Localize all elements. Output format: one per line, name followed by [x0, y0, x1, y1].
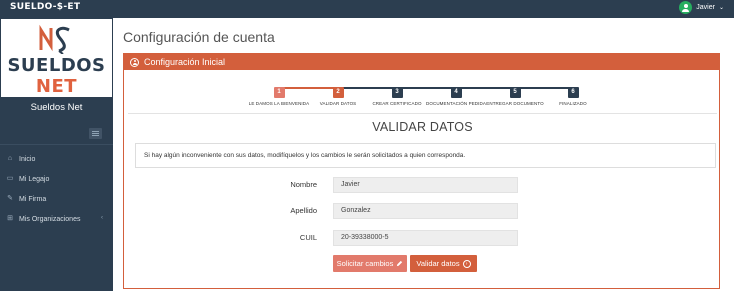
hamburger-line [92, 133, 99, 134]
card-header: Configuración Inicial [124, 54, 719, 70]
user-circle-icon [130, 57, 139, 67]
main-content: Configuración de cuenta Configuración In… [113, 18, 734, 291]
step-number: 6 [567, 87, 579, 98]
step-number: 5 [509, 87, 521, 98]
section-title: VALIDAR DATOS [372, 120, 473, 134]
sidebar-menu: ⌂ Inicio ▭ Mi Legajo ✎ Mi Firma ⊞ Mis Or… [0, 149, 113, 229]
cuil-label: CUIL [299, 233, 317, 242]
sidebar-item-inicio[interactable]: ⌂ Inicio [0, 149, 113, 169]
logo[interactable]: SUELDOS NET [1, 19, 112, 97]
hamburger-line [92, 135, 99, 136]
wizard-steps: 1 LE DAMOS LA BIENVENIDA 2 VALIDAR DATOS… [124, 80, 721, 110]
sidebar: SUELDOS NET Sueldos Net ⌂ Inicio ▭ Mi Le… [0, 18, 113, 291]
validate-data-label: Validar datos [416, 259, 460, 268]
card-header-title: Configuración Inicial [144, 57, 226, 67]
logo-wordmark: SUELDOS NET [1, 55, 112, 97]
chevron-left-icon: ‹ [101, 215, 103, 221]
nombre-label: Nombre [290, 180, 317, 189]
setup-card: Configuración Inicial 1 LE DAMOS LA BIEN… [123, 53, 720, 289]
arrow-circle-right-icon: › [462, 259, 471, 268]
apellido-field[interactable]: Gonzalez [333, 203, 518, 219]
chevron-down-icon: ⌄ [718, 5, 724, 11]
hamburger-line [92, 131, 99, 132]
menu-toggle-icon[interactable] [89, 128, 102, 139]
cuil-field[interactable]: 20-39338000-5 [333, 230, 518, 246]
step-number: 1 [273, 87, 285, 98]
request-changes-button[interactable]: Solicitar cambios [333, 255, 407, 272]
nombre-field[interactable]: Javier [333, 177, 518, 193]
sidebar-item-label: Inicio [19, 155, 36, 163]
info-text: Si hay algún inconveniente con sus datos… [144, 152, 466, 159]
sidebar-item-mis-organizaciones[interactable]: ⊞ Mis Organizaciones ‹ [0, 209, 113, 229]
user-avatar-icon [679, 1, 693, 14]
request-changes-label: Solicitar cambios [336, 259, 394, 268]
pencil-icon [397, 260, 403, 267]
validate-data-button[interactable]: Validar datos › [410, 255, 477, 272]
sidebar-item-label: Mi Legajo [19, 175, 50, 183]
sidebar-item-mi-firma[interactable]: ✎ Mi Firma [0, 189, 113, 209]
wizard-step-6: 6 FINALIZADO [523, 80, 623, 106]
brand-logo-text[interactable]: SUELDO-$-ET [10, 2, 80, 12]
step-number: 4 [450, 87, 462, 98]
site-name: Sueldos Net [30, 102, 83, 113]
page-title: Configuración de cuenta [123, 29, 275, 45]
form-row-nombre: Nombre Javier [124, 177, 721, 193]
sueldos-net-mark-icon [39, 24, 70, 54]
sidebar-divider [0, 144, 113, 145]
form-row-apellido: Apellido Gonzalez [124, 203, 721, 219]
logo-text-left: SUELDOS [7, 55, 106, 76]
top-navbar: SUELDO-$-ET Javier ⌄ [0, 0, 734, 18]
sidebar-item-mi-legajo[interactable]: ▭ Mi Legajo [0, 169, 113, 189]
step-number: 3 [391, 87, 403, 98]
user-name: Javier [696, 4, 715, 11]
organization-icon: ⊞ [7, 215, 13, 222]
home-icon: ⌂ [7, 155, 13, 162]
info-alert: Si hay algún inconveniente con sus datos… [135, 143, 716, 168]
sidebar-item-label: Mi Firma [19, 195, 47, 203]
apellido-label: Apellido [290, 206, 317, 215]
step-label: FINALIZADO [559, 101, 587, 106]
step-number: 2 [332, 87, 344, 98]
sidebar-item-label: Mis Organizaciones [19, 215, 81, 223]
user-menu[interactable]: Javier ⌄ [679, 1, 724, 14]
section-divider [128, 113, 717, 114]
inbox-icon: ▭ [6, 175, 14, 182]
pencil-square-icon: ✎ [7, 195, 13, 202]
form-row-cuil: CUIL 20-39338000-5 [124, 230, 721, 246]
logo-text-right: NET [35, 76, 78, 97]
